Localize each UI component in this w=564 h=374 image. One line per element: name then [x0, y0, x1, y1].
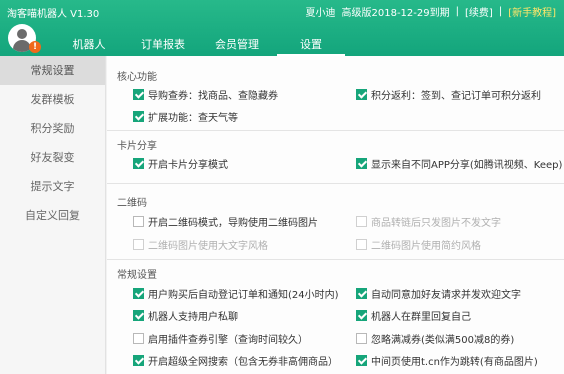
option-points-rebate[interactable]: 积分返利：签到、查记订单可积分返利 — [356, 87, 541, 102]
settings-panel: 核心功能 导购查券：找商品、查隐藏券 积分返利：签到、查记订单可积分返利 扩展功… — [107, 56, 564, 374]
sidebar: 常规设置 发群模板 积分奖励 好友裂变 提示文字 自定义回复 — [0, 56, 106, 374]
section-title-card-share: 卡片分享 — [117, 141, 157, 152]
user-info: 夏小迪 高级版2018-12-29到期 | [续费] | [新手教程] — [306, 4, 557, 19]
main-nav: 机器人 订单报表 会员管理 设置 — [55, 36, 351, 56]
option-auto-register-order[interactable]: 用户购买后自动登记订单和通知(24小时内) — [133, 286, 339, 301]
app-title: 淘客喵机器人 V1.30 — [7, 9, 100, 20]
checkbox[interactable] — [133, 216, 144, 227]
divider — [107, 130, 564, 131]
option-qr-large-text[interactable]: 二维码图片使用大文字风格 — [133, 237, 268, 252]
option-tcn-redirect[interactable]: 中间页使用t.cn作为跳转(有商品图片) — [356, 353, 538, 368]
option-plugin-engine[interactable]: 启用插件查券引擎（查询时间较久） — [133, 331, 308, 346]
option-auto-accept-friend[interactable]: 自动同意加好友请求并发欢迎文字 — [356, 286, 521, 301]
checkbox[interactable] — [133, 239, 144, 250]
sidebar-item-general[interactable]: 常规设置 — [0, 56, 105, 85]
sidebar-item-custom-reply[interactable]: 自定义回复 — [0, 201, 105, 230]
option-private-chat[interactable]: 机器人支持用户私聊 — [133, 308, 238, 323]
checkbox[interactable] — [133, 158, 144, 169]
sidebar-item-points-reward[interactable]: 积分奖励 — [0, 114, 105, 143]
checkbox[interactable] — [356, 288, 367, 299]
checkbox[interactable] — [356, 333, 367, 344]
checkbox[interactable] — [356, 355, 367, 366]
checkbox[interactable] — [133, 111, 144, 122]
option-extended-features[interactable]: 扩展功能：查天气等 — [133, 109, 238, 124]
option-show-app-share[interactable]: 显示来自不同APP分享(如腾讯视频、Keep) — [356, 156, 562, 171]
avatar-head — [17, 29, 27, 39]
checkbox[interactable] — [356, 239, 367, 250]
option-qr-mode[interactable]: 开启二维码模式，导购使用二维码图片 — [133, 214, 318, 229]
divider — [107, 183, 564, 184]
checkbox[interactable] — [133, 89, 144, 100]
checkbox[interactable] — [356, 158, 367, 169]
option-card-share-mode[interactable]: 开启卡片分享模式 — [133, 156, 228, 171]
sidebar-item-group-template[interactable]: 发群模板 — [0, 85, 105, 114]
guide-link[interactable]: [新手教程] — [508, 4, 556, 19]
plan-expiry: 高级版2018-12-29到期 — [341, 8, 450, 19]
separator: | — [498, 6, 503, 17]
checkbox[interactable] — [133, 310, 144, 321]
renew-link[interactable]: [续费] — [465, 4, 493, 19]
app-header: 淘客喵机器人 V1.30 夏小迪 高级版2018-12-29到期 | [续费] … — [0, 0, 564, 56]
checkbox[interactable] — [133, 355, 144, 366]
sidebar-item-tip-text[interactable]: 提示文字 — [0, 172, 105, 201]
checkbox[interactable] — [356, 310, 367, 321]
checkbox[interactable] — [356, 89, 367, 100]
separator: | — [455, 6, 459, 17]
checkbox[interactable] — [133, 288, 144, 299]
tab-member-management[interactable]: 会员管理 — [203, 36, 271, 56]
option-qr-simple-style[interactable]: 二维码图片使用简约风格 — [356, 237, 481, 252]
tab-order-report[interactable]: 订单报表 — [129, 36, 197, 56]
option-super-search[interactable]: 开启超级全网搜索（包含无券非高佣商品） — [133, 353, 338, 368]
user-name: 夏小迪 — [305, 8, 336, 19]
section-title-general: 常规设置 — [117, 270, 157, 281]
warning-icon: ! — [29, 41, 41, 53]
checkbox[interactable] — [356, 216, 367, 227]
option-shopping-guide[interactable]: 导购查券：找商品、查隐藏券 — [133, 87, 278, 102]
section-title-core: 核心功能 — [117, 72, 157, 83]
section-title-qr: 二维码 — [117, 198, 147, 209]
tab-settings[interactable]: 设置 — [277, 36, 345, 56]
option-image-only[interactable]: 商品转链后只发图片不发文字 — [356, 214, 501, 229]
checkbox[interactable] — [133, 333, 144, 344]
sidebar-item-friend-fission[interactable]: 好友裂变 — [0, 143, 105, 172]
tab-robot[interactable]: 机器人 — [55, 36, 123, 56]
divider — [107, 259, 564, 260]
option-reply-self[interactable]: 机器人在群里回复自己 — [356, 308, 471, 323]
option-ignore-discount[interactable]: 忽略满减券(类似满500减8的券) — [356, 331, 514, 346]
